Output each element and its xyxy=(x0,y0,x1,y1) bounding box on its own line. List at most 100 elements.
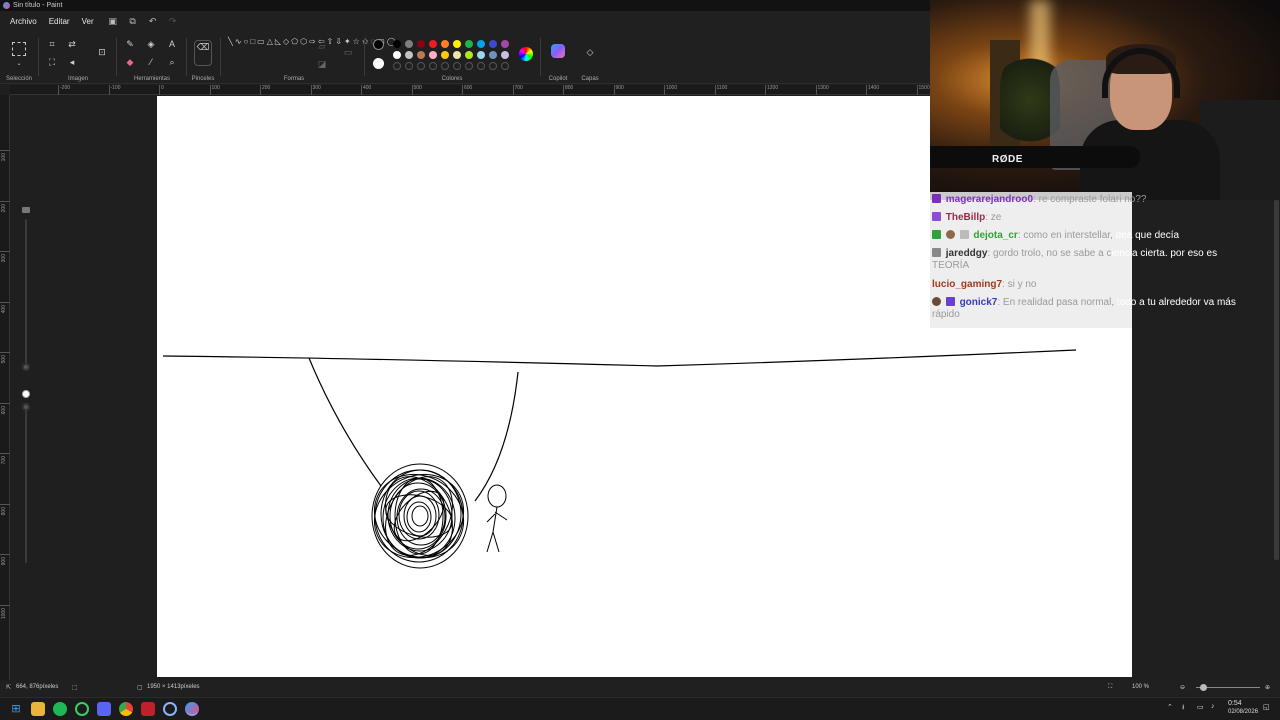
redo-icon[interactable]: ↷ xyxy=(166,15,180,29)
palette-color-swatch[interactable] xyxy=(429,51,437,59)
custom-color-slot[interactable] xyxy=(453,62,461,70)
palette-color-swatch[interactable] xyxy=(393,40,401,48)
fill-icon[interactable]: ◈ xyxy=(145,38,157,50)
notifications-icon[interactable]: ◱ xyxy=(1263,703,1270,711)
layers-icon[interactable]: ◇ xyxy=(584,46,596,58)
fill-shape-icon[interactable]: ◪ xyxy=(316,58,328,70)
color-wheel-icon[interactable] xyxy=(519,47,533,61)
fit-to-window-icon[interactable]: ⛶ xyxy=(1108,684,1112,691)
bits-badge-icon xyxy=(959,230,969,239)
menu-ver[interactable]: Ver xyxy=(76,17,100,26)
stroke-funnel-right xyxy=(474,371,519,502)
custom-color-slot[interactable] xyxy=(489,62,497,70)
opacity-slider-knob[interactable] xyxy=(22,403,30,411)
file-explorer-icon[interactable] xyxy=(31,702,45,716)
share-icon[interactable]: ⧉ xyxy=(126,15,140,29)
custom-color-slot[interactable] xyxy=(465,62,473,70)
palette-color-swatch[interactable] xyxy=(441,40,449,48)
custom-color-slot[interactable] xyxy=(501,62,509,70)
secondary-color-swatch[interactable] xyxy=(373,58,384,69)
palette-color-swatch[interactable] xyxy=(405,51,413,59)
custom-color-slot[interactable] xyxy=(393,62,401,70)
resize-icon[interactable]: ⇄ xyxy=(66,38,78,50)
text-icon[interactable]: A xyxy=(166,38,178,50)
palette-color-swatch[interactable] xyxy=(393,51,401,59)
eraser-icon[interactable]: ◆ xyxy=(124,56,136,68)
rotate-icon[interactable]: ◂ xyxy=(66,56,78,68)
paint-taskbar-icon[interactable] xyxy=(185,702,199,716)
ruler-tick: 0 xyxy=(159,85,164,95)
size-icon[interactable]: ▭ xyxy=(342,46,354,58)
pencil-icon[interactable]: ✎ xyxy=(124,38,136,50)
refresh-app-icon[interactable] xyxy=(163,702,177,716)
palette-color-swatch[interactable] xyxy=(417,51,425,59)
download-icon[interactable]: ⭳ xyxy=(1182,703,1184,714)
palette-color-swatch[interactable] xyxy=(429,40,437,48)
palette-color-swatch[interactable] xyxy=(417,40,425,48)
webcam-overlay: RØDE xyxy=(930,0,1280,200)
ribbon: ⌄ Selección ⌗ ⇄ ⛶ ◂ ⊡ Imagen ✎ ◈ A ◆ ⁄ ⌕… xyxy=(0,32,930,84)
spotify-icon[interactable] xyxy=(53,702,67,716)
background-remove-icon[interactable]: ⛶ xyxy=(46,56,58,68)
custom-color-slot[interactable] xyxy=(405,62,413,70)
palette-color-swatch[interactable] xyxy=(501,51,509,59)
palette-color-swatch[interactable] xyxy=(465,51,473,59)
color-picker-icon[interactable]: ⁄ xyxy=(145,56,157,68)
image-select-icon[interactable]: ⊡ xyxy=(96,46,108,58)
size-slider-track[interactable] xyxy=(25,219,27,369)
zoom-icon[interactable]: ⌕ xyxy=(166,56,178,68)
palette-color-swatch[interactable] xyxy=(489,40,497,48)
ruler-tick: 1400 xyxy=(866,85,879,95)
canvas-vertical-scrollbar[interactable] xyxy=(1274,200,1279,560)
custom-color-slot[interactable] xyxy=(441,62,449,70)
palette-color-swatch[interactable] xyxy=(489,51,497,59)
paint-app-icon xyxy=(3,2,10,9)
primary-color-swatch[interactable] xyxy=(373,39,384,50)
outline-icon[interactable]: ▱ xyxy=(316,40,328,52)
palette-color-swatch[interactable] xyxy=(477,40,485,48)
windows-start-icon[interactable]: ⊞ xyxy=(9,702,23,716)
ruler-tick: 200 xyxy=(0,200,10,212)
palette-color-swatch[interactable] xyxy=(501,40,509,48)
tray-overflow-icon[interactable]: ⌃ xyxy=(1167,703,1173,711)
network-icon[interactable]: ▭ xyxy=(1197,703,1204,711)
avatar-badge-icon xyxy=(932,297,941,306)
opacity-slider-track[interactable] xyxy=(25,403,27,563)
menu-archivo[interactable]: Archivo xyxy=(4,17,43,26)
select-icon[interactable] xyxy=(12,42,26,56)
custom-color-slot[interactable] xyxy=(417,62,425,70)
size-slider-knob[interactable] xyxy=(22,363,30,371)
zoom-in-icon[interactable]: ⊕ xyxy=(1265,684,1270,691)
palette-color-swatch[interactable] xyxy=(477,51,485,59)
brush-icon[interactable]: ⌫ xyxy=(194,40,212,66)
palette-color-swatch[interactable] xyxy=(405,40,413,48)
palette-color-swatch[interactable] xyxy=(441,51,449,59)
chevron-down-icon[interactable]: ⌄ xyxy=(13,58,25,70)
ruler-tick: 1000 xyxy=(0,604,10,619)
scribble-ball xyxy=(371,463,469,569)
zoom-level[interactable]: 100 % xyxy=(1132,684,1149,690)
palette-color-swatch[interactable] xyxy=(453,51,461,59)
save-icon[interactable]: ▣ xyxy=(106,15,120,29)
group-herramientas: ✎ ◈ A ◆ ⁄ ⌕ Herramientas xyxy=(118,32,186,84)
chrome-icon[interactable] xyxy=(119,702,133,716)
menu-editar[interactable]: Editar xyxy=(43,17,76,26)
custom-color-slot[interactable] xyxy=(429,62,437,70)
copilot-icon[interactable] xyxy=(551,44,565,58)
discord-icon[interactable] xyxy=(97,702,111,716)
palette-color-swatch[interactable] xyxy=(465,40,473,48)
clock-date[interactable]: 02/08/2026 xyxy=(1228,709,1258,715)
zoom-out-icon[interactable]: ⊖ xyxy=(1180,684,1185,691)
custom-color-slot[interactable] xyxy=(477,62,485,70)
undo-icon[interactable]: ↶ xyxy=(146,15,160,29)
group-label-formas: Formas xyxy=(283,76,305,82)
clock-time[interactable]: 0:54 xyxy=(1228,700,1242,707)
crop-icon[interactable]: ⌗ xyxy=(46,38,58,50)
streaming-app-icon[interactable] xyxy=(141,702,155,716)
avatar-badge-icon xyxy=(945,230,955,239)
zoom-slider-knob[interactable] xyxy=(1200,684,1207,691)
palette-color-swatch[interactable] xyxy=(453,40,461,48)
xbox-icon[interactable] xyxy=(75,702,89,716)
volume-icon[interactable]: ♪ xyxy=(1211,703,1215,710)
shapes-gallery[interactable]: ╲∿○□▭△◺◇⬠⬡⇨⇦⇧⇩✦☆✩◌▢◯ xyxy=(228,36,396,47)
